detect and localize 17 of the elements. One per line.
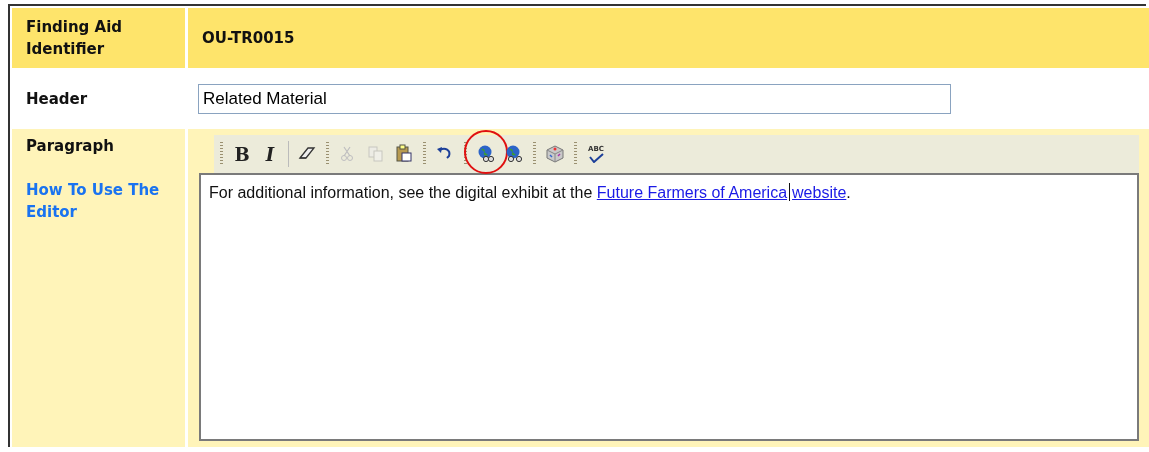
help-link[interactable]: How To Use The Editor bbox=[26, 179, 185, 223]
paragraph-text: For additional information, see the digital exhibit at the Future Farmers of America website. bbox=[209, 183, 852, 202]
italic-button[interactable]: I bbox=[258, 140, 282, 168]
text-link[interactable]: Future Farmers of America website bbox=[596, 184, 847, 201]
copy-icon bbox=[366, 144, 386, 164]
field-label: Header bbox=[26, 88, 88, 110]
bold-button[interactable]: B bbox=[230, 140, 254, 168]
globe-link-icon bbox=[476, 144, 496, 164]
editor-area[interactable]: For additional information, see the digital exhibit at the Future Farmers of America website. bbox=[199, 173, 1139, 441]
header-field[interactable]: Related Material bbox=[198, 83, 951, 114]
globe-link-icon bbox=[504, 144, 524, 164]
spellcheck-icon bbox=[588, 153, 604, 163]
field-label: Finding Aid Identifier bbox=[26, 17, 124, 60]
paste-icon bbox=[394, 144, 414, 164]
cube-icon bbox=[545, 144, 565, 164]
field-label: Paragraph bbox=[26, 136, 114, 157]
identifier-value: OU-TR0015 bbox=[202, 28, 295, 49]
